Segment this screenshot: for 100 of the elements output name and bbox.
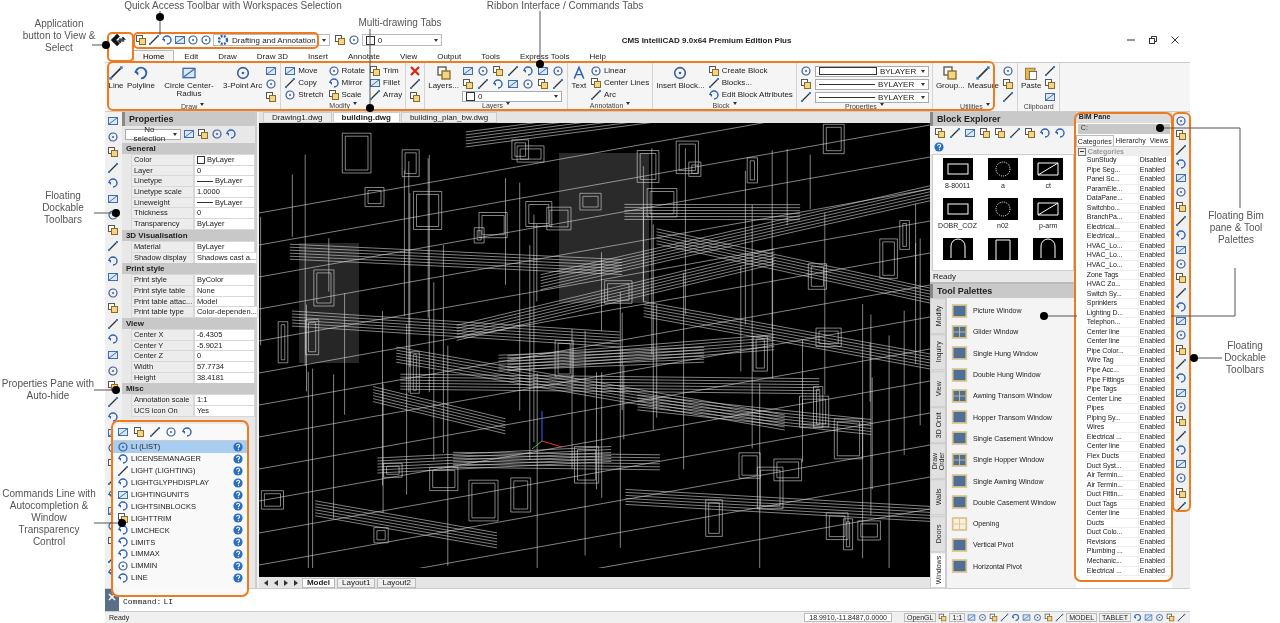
tool-icon[interactable]: [993, 127, 1006, 139]
block-thumbnail[interactable]: [1033, 198, 1064, 220]
layout-tab[interactable]: Layout2: [377, 577, 416, 588]
ribbon-tab[interactable]: Output: [427, 50, 472, 62]
tab-icon[interactable]: [181, 426, 193, 438]
tool-icon[interactable]: [265, 91, 278, 103]
layer-dropdown[interactable]: 0: [461, 91, 562, 102]
section-header[interactable]: Misc: [121, 383, 255, 395]
layout-tab[interactable]: Model: [301, 577, 335, 588]
tab-icon[interactable]: [133, 426, 145, 438]
tool-icon[interactable]: [799, 91, 812, 103]
ribbon-button[interactable]: 3-Point Arc: [223, 65, 263, 90]
tool-icon[interactable]: [461, 78, 474, 90]
ribbon-button[interactable]: Create Block: [707, 65, 793, 76]
toolbar-icon[interactable]: [161, 34, 173, 46]
ribbon-button[interactable]: Polyline: [127, 65, 155, 90]
ribbon-tab[interactable]: Help: [579, 50, 616, 62]
layer-dropdown[interactable]: 0: [361, 34, 442, 46]
tool-icon[interactable]: [1044, 65, 1057, 77]
ribbon-button[interactable]: Paste: [1020, 65, 1042, 90]
status-icon[interactable]: [1177, 613, 1186, 622]
tool-icon[interactable]: [107, 317, 120, 330]
ribbon-button[interactable]: Insert Block...: [656, 65, 705, 90]
tool-icon[interactable]: [107, 395, 120, 408]
tool-icon[interactable]: [1175, 272, 1188, 285]
ribbon-button[interactable]: Trim: [369, 65, 403, 76]
status-icon[interactable]: [989, 613, 999, 622]
ribbon-button[interactable]: Rotate: [327, 65, 366, 76]
block-thumbnail[interactable]: [1033, 238, 1064, 260]
tool-icon[interactable]: [1175, 415, 1188, 428]
help-icon[interactable]: [233, 477, 243, 488]
help-icon[interactable]: [233, 465, 243, 476]
tool-icon[interactable]: [1001, 78, 1014, 90]
ribbon-tab[interactable]: Edit: [174, 50, 209, 62]
ribbon-button[interactable]: Group...: [935, 65, 965, 90]
toolbar-icon[interactable]: [148, 34, 160, 46]
status-icon[interactable]: [1055, 613, 1065, 622]
workspace-dropdown[interactable]: Drafting and Annotation: [213, 34, 330, 46]
tool-icon[interactable]: [107, 302, 120, 315]
block-thumbnail[interactable]: [987, 158, 1018, 180]
help-icon[interactable]: [233, 560, 243, 571]
tool-icon[interactable]: [1175, 200, 1188, 213]
ribbon-button[interactable]: Linear: [589, 65, 650, 76]
help-icon[interactable]: [233, 537, 243, 548]
toolbar-icon[interactable]: [135, 34, 147, 46]
status-icon[interactable]: [1011, 613, 1021, 622]
status-icon[interactable]: [938, 613, 948, 622]
selection-dropdown[interactable]: No selection: [124, 128, 181, 140]
block-thumbnail[interactable]: [1033, 158, 1064, 180]
tool-icon[interactable]: [1175, 358, 1188, 371]
ribbon-button[interactable]: Mirror: [327, 77, 366, 88]
close-icon[interactable]: [1170, 35, 1180, 45]
ribbon-button[interactable]: Text: [570, 65, 587, 90]
ribbon-tab[interactable]: Home: [133, 50, 175, 62]
ribbon-button[interactable]: Copy: [284, 77, 324, 88]
help-icon[interactable]: [233, 441, 243, 452]
tool-icon[interactable]: [107, 161, 120, 174]
property-dropdown[interactable]: BYLAYER: [814, 91, 929, 103]
tab-icon[interactable]: [149, 426, 161, 438]
ribbon-tab[interactable]: Tools: [471, 50, 510, 62]
status-icon[interactable]: [1133, 613, 1142, 622]
help-icon[interactable]: [233, 548, 243, 559]
tool-icon[interactable]: [948, 127, 961, 139]
tool-icon[interactable]: [1008, 127, 1021, 139]
tool-icon[interactable]: [1175, 286, 1188, 299]
ribbon-tab[interactable]: Annotate: [337, 50, 390, 62]
status-icon[interactable]: [1000, 613, 1010, 622]
ribbon-button[interactable]: Fillet: [369, 77, 403, 88]
tool-icon[interactable]: [1175, 143, 1188, 156]
tool-icon[interactable]: [1175, 129, 1188, 142]
block-thumbnail[interactable]: [987, 238, 1018, 260]
section-header[interactable]: View: [121, 317, 255, 329]
ribbon-button[interactable]: Edit Block Attributes: [707, 89, 793, 100]
tool-icon[interactable]: [107, 208, 120, 221]
ribbon-tab[interactable]: Insert: [297, 50, 338, 62]
ribbon-tab[interactable]: Draw: [208, 50, 247, 62]
block-thumbnail[interactable]: [942, 158, 973, 180]
tool-icon[interactable]: [1001, 91, 1014, 103]
section-header[interactable]: Print style: [121, 263, 255, 275]
tool-icon[interactable]: [491, 65, 504, 77]
ribbon-button[interactable]: Center Lines: [589, 77, 650, 88]
help-icon[interactable]: [233, 453, 243, 464]
ribbon-button[interactable]: Circle Center-Radius: [158, 65, 220, 98]
tool-icon[interactable]: [409, 78, 422, 90]
help-icon[interactable]: [233, 572, 243, 583]
block-thumbnail[interactable]: [942, 198, 973, 220]
tool-icon[interactable]: [536, 78, 549, 90]
tool-icon[interactable]: [1175, 343, 1188, 356]
ribbon-button[interactable]: Move: [284, 65, 324, 76]
tool-icon[interactable]: [1023, 127, 1036, 139]
ribbon-tab[interactable]: Express Tools: [509, 50, 580, 62]
ribbon-button[interactable]: Stretch: [284, 89, 324, 100]
property-dropdown[interactable]: BYLAYER: [814, 65, 929, 77]
help-icon[interactable]: [233, 501, 243, 512]
tool-icon[interactable]: [1175, 429, 1188, 442]
ribbon-button[interactable]: Array: [369, 89, 403, 100]
tool-icon[interactable]: [107, 146, 120, 159]
tool-icon[interactable]: [107, 239, 120, 252]
status-icon[interactable]: [1166, 613, 1175, 622]
help-icon[interactable]: [233, 489, 243, 500]
